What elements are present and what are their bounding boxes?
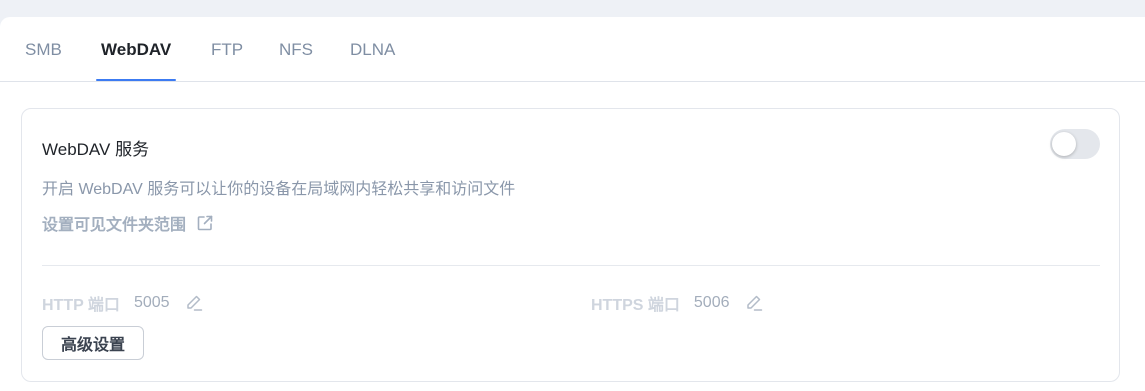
protocol-tabs: SMB WebDAV FTP NFS DLNA: [0, 17, 1145, 82]
section-divider: [42, 265, 1100, 266]
tab-ftp[interactable]: FTP: [211, 17, 243, 82]
tab-webdav[interactable]: WebDAV: [101, 17, 171, 82]
http-port-label: HTTP 端口: [42, 297, 120, 314]
service-description: 开启 WebDAV 服务可以让你的设备在局域网内轻松共享和访问文件: [42, 181, 516, 198]
edit-http-port-icon[interactable]: [184, 293, 204, 313]
service-title: WebDAV 服务: [42, 140, 150, 159]
toggle-knob: [1052, 132, 1076, 156]
webdav-service-toggle[interactable]: [1050, 129, 1100, 159]
webdav-service-card: WebDAV 服务 开启 WebDAV 服务可以让你的设备在局域网内轻松共享和访…: [21, 108, 1120, 382]
active-tab-indicator: [96, 79, 176, 81]
https-port-label: HTTPS 端口: [591, 297, 680, 314]
advanced-settings-button[interactable]: 高级设置: [42, 326, 144, 360]
visible-folder-scope-link[interactable]: 设置可见文件夹范围: [42, 211, 214, 235]
settings-panel: SMB WebDAV FTP NFS DLNA WebDAV 服务 开启 Web…: [0, 17, 1145, 391]
https-port-row: HTTPS 端口 5006: [591, 291, 764, 315]
https-port-value: 5006: [693, 294, 730, 311]
http-port-row: HTTP 端口 5005: [42, 291, 204, 315]
scope-link-label: 设置可见文件夹范围: [42, 217, 187, 234]
tab-smb[interactable]: SMB: [25, 17, 62, 82]
tab-dlna[interactable]: DLNA: [350, 17, 395, 82]
tab-nfs[interactable]: NFS: [279, 17, 313, 82]
external-link-icon: [196, 214, 214, 232]
http-port-value: 5005: [133, 294, 170, 311]
edit-https-port-icon[interactable]: [744, 293, 764, 313]
